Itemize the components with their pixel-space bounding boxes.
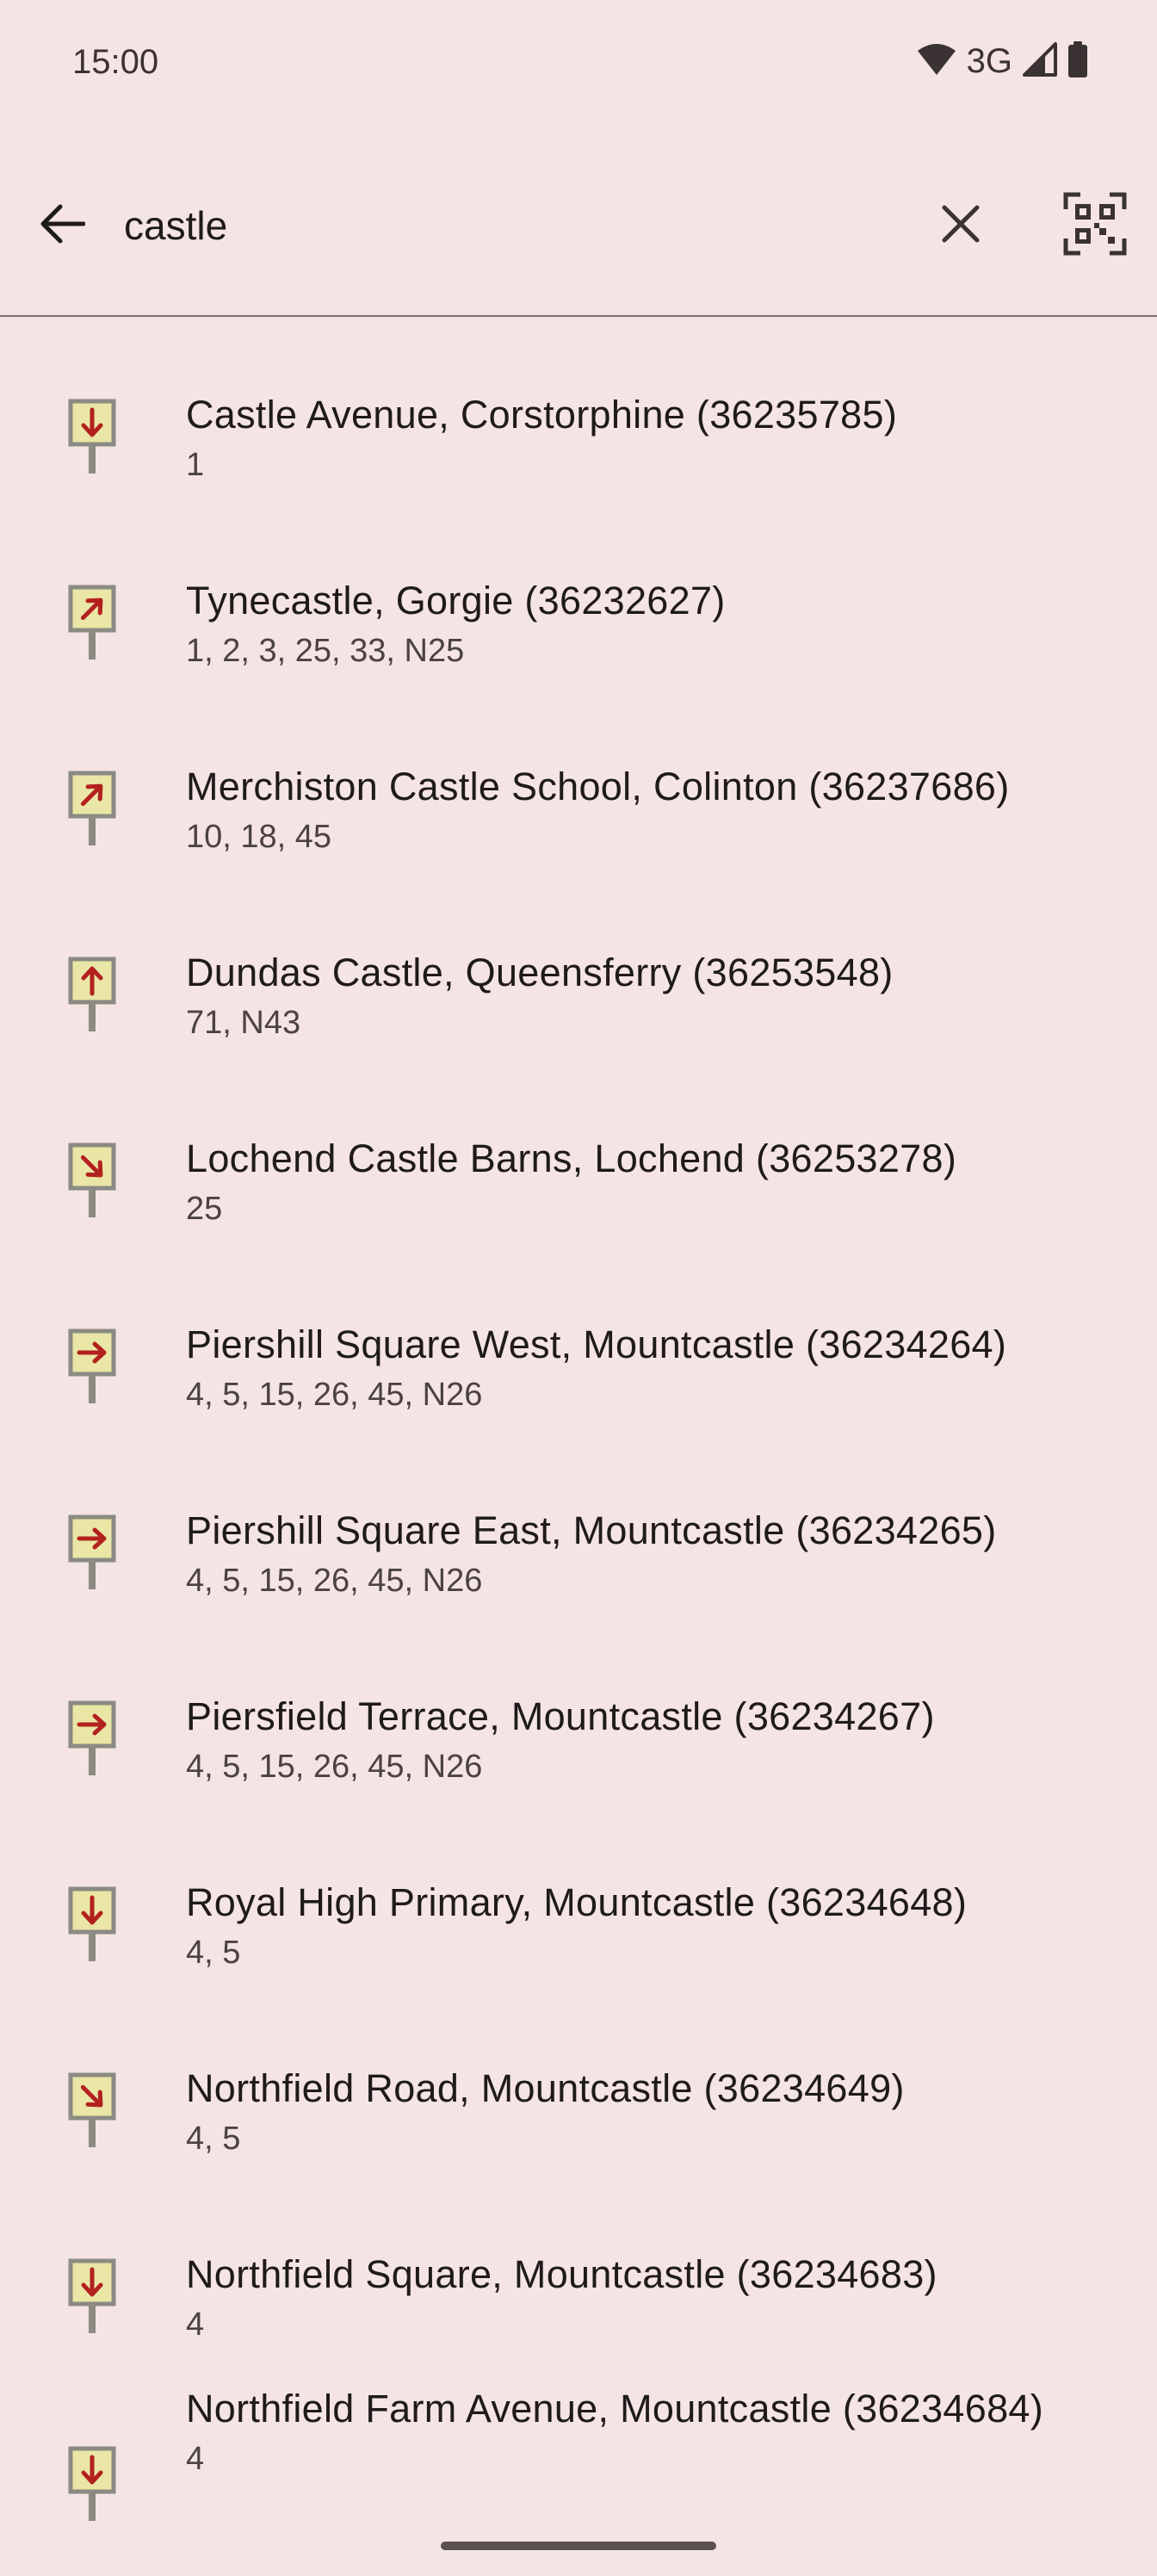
qr-code-scan-icon [1063,192,1127,260]
stop-result-row[interactable]: Piersfield Terrace, Mountcastle (3623426… [0,1663,1157,1849]
stop-name: Northfield Road, Mountcastle (36234649) [186,2066,905,2110]
stop-services: 4, 5, 15, 26, 45, N26 [186,1377,483,1413]
battery-icon [1067,40,1088,82]
stop-text: Piershill Square West, Mountcastle (3623… [186,1314,1142,1414]
stop-text: Northfield Square, Mountcastle (36234683… [186,2244,1142,2344]
bus-stop-sign-icon [67,2071,117,2149]
bus-stop-sign-icon [67,1700,117,1777]
stop-services: 1, 2, 3, 25, 33, N25 [186,633,465,669]
bus-stop-sign-icon [67,398,117,475]
bus-stop-sign-icon [67,1514,117,1591]
bus-stop-sign-icon [67,770,117,847]
status-icons: 3G [917,40,1088,82]
stop-services: 4 [186,2441,205,2477]
scan-qr-button[interactable] [1055,186,1135,265]
bus-stop-sign-icon [67,1142,117,1219]
stop-name: Dundas Castle, Queensferry (36253548) [186,951,894,994]
bus-stop-sign-icon [67,1328,117,1405]
stop-services: 10, 18, 45 [186,819,332,855]
stop-text: Piershill Square East, Mountcastle (3623… [186,1500,1142,1600]
bus-stop-sign-icon [67,1886,117,1963]
stop-services: 4 [186,2307,205,2343]
stop-name: Piershill Square West, Mountcastle (3623… [186,1322,1007,1366]
stop-result-row[interactable]: Tynecastle, Gorgie (36232627) 1, 2, 3, 25… [0,548,1157,734]
bus-stop-sign-icon [67,584,117,661]
stop-text: Royal High Primary, Mountcastle (3623464… [186,1872,1142,1972]
stop-services: 71, N43 [186,1005,301,1041]
status-time: 15:00 [72,43,159,81]
arrow-left-icon [39,204,86,248]
stop-name: Northfield Square, Mountcastle (36234683… [186,2252,937,2296]
stop-result-row[interactable]: Merchiston Castle School, Colinton (3623… [0,734,1157,920]
stop-services: 25 [186,1191,223,1227]
stop-name: Merchiston Castle School, Colinton (3623… [186,765,1010,808]
stop-name: Tynecastle, Gorgie (36232627) [186,579,726,622]
stop-text: Merchiston Castle School, Colinton (3623… [186,756,1142,856]
status-bar: 15:00 3G [0,0,1157,129]
close-icon [941,204,981,248]
stop-services: 4, 5 [186,1935,241,1971]
stop-text: Northfield Farm Avenue, Mountcastle (362… [186,2378,1142,2478]
home-indicator[interactable] [441,2542,716,2550]
stop-name: Northfield Farm Avenue, Mountcastle (362… [186,2387,1044,2430]
stop-result-row[interactable]: Lochend Castle Barns, Lochend (36253278)… [0,1105,1157,1291]
search-input[interactable] [124,189,899,262]
stop-name: Castle Avenue, Corstorphine (36235785) [186,393,898,437]
back-button[interactable] [26,189,98,262]
stop-services: 1 [186,447,205,483]
stop-text: Castle Avenue, Corstorphine (36235785) 1 [186,384,1142,484]
stop-result-row[interactable]: Northfield Road, Mountcastle (36234649) 4… [0,2035,1157,2221]
stop-name: Royal High Primary, Mountcastle (3623464… [186,1880,968,1924]
stop-name: Lochend Castle Barns, Lochend (36253278) [186,1136,957,1180]
stop-result-row[interactable]: Castle Avenue, Corstorphine (36235785) 1 [0,362,1157,548]
stop-text: Tynecastle, Gorgie (36232627) 1, 2, 3, 25… [186,570,1142,670]
stop-services: 4, 5 [186,2121,241,2157]
stop-text: Dundas Castle, Queensferry (36253548) 71,… [186,942,1142,1042]
stop-text: Northfield Road, Mountcastle (36234649) 4… [186,2058,1142,2158]
stop-result-row[interactable]: Dundas Castle, Queensferry (36253548) 71,… [0,920,1157,1105]
stop-services: 4, 5, 15, 26, 45, N26 [186,1749,483,1785]
stop-name: Piersfield Terrace, Mountcastle (3623426… [186,1694,935,1738]
cell-signal-icon [1023,41,1057,81]
stop-name: Piershill Square East, Mountcastle (3623… [186,1508,997,1552]
network-type-label: 3G [966,41,1012,80]
stop-services: 4, 5, 15, 26, 45, N26 [186,1563,483,1599]
stop-text: Piersfield Terrace, Mountcastle (3623426… [186,1686,1142,1786]
bus-stop-sign-icon [67,956,117,1033]
search-bar [0,164,1157,317]
stop-text: Lochend Castle Barns, Lochend (36253278)… [186,1128,1142,1228]
bus-stop-sign-icon [67,2257,117,2335]
stop-result-row[interactable]: Piershill Square West, Mountcastle (3623… [0,1291,1157,1477]
stop-result-row[interactable]: Piershill Square East, Mountcastle (3623… [0,1477,1157,1663]
bus-stop-sign-icon [67,2445,117,2523]
stop-result-row[interactable]: Royal High Primary, Mountcastle (3623464… [0,1849,1157,2035]
wifi-icon [917,42,956,81]
clear-search-button[interactable] [925,189,997,262]
